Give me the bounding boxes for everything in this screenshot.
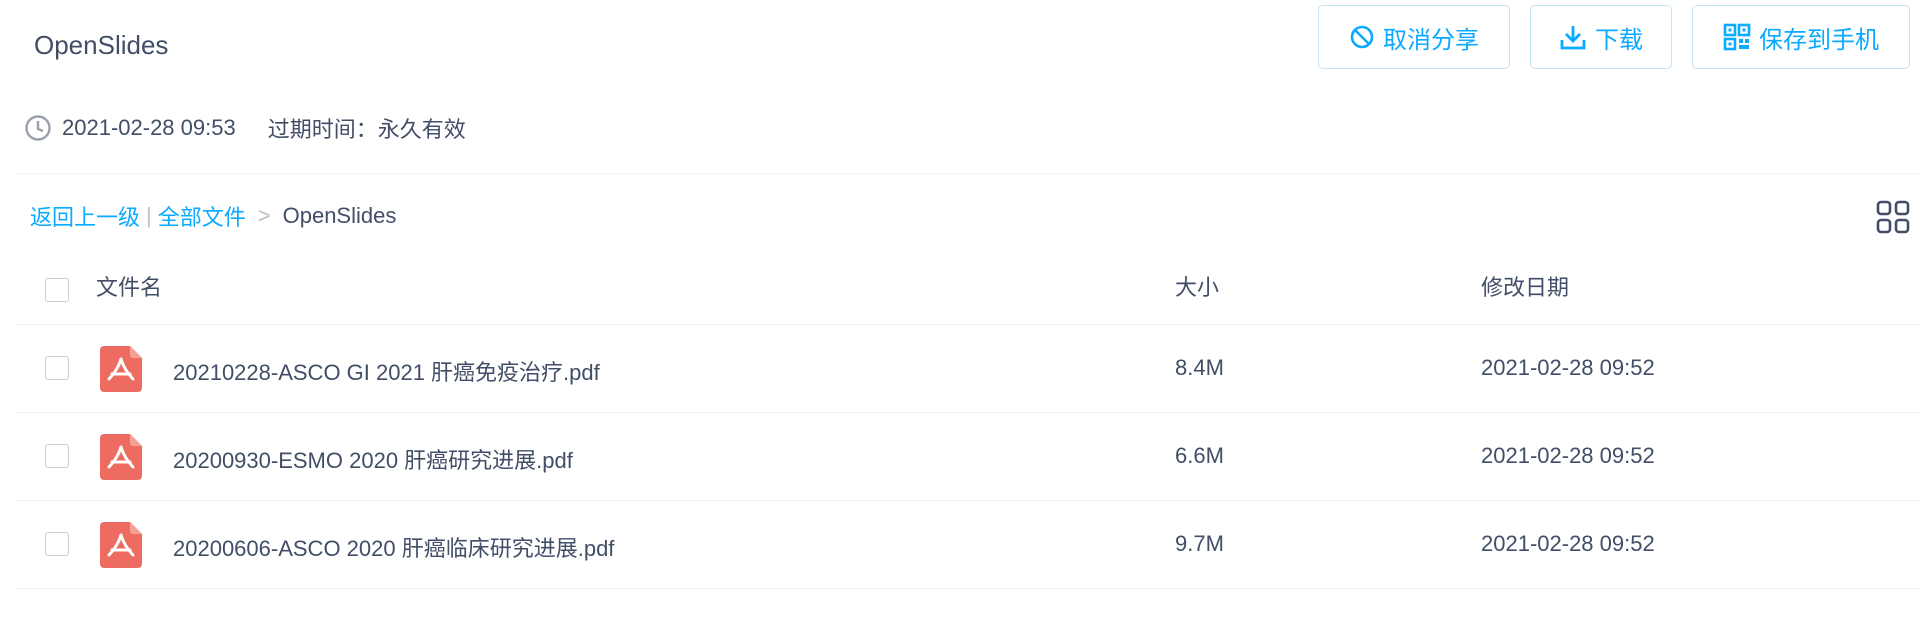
file-name[interactable]: 20200606-ASCO 2020 肝癌临床研究进展.pdf [173, 531, 614, 563]
file-row[interactable]: 20200606-ASCO 2020 肝癌临床研究进展.pdf 9.7M 202… [14, 500, 1920, 589]
file-size: 6.6M [1175, 443, 1224, 468]
row-checkbox[interactable] [45, 444, 69, 468]
pdf-icon [100, 346, 142, 392]
share-meta: 2021-02-28 09:53 过期时间：永久有效 [24, 112, 466, 144]
row-checkbox[interactable] [45, 532, 69, 556]
file-name[interactable]: 20210228-ASCO GI 2021 肝癌免疫治疗.pdf [173, 355, 600, 387]
all-files-link[interactable]: 全部文件 [158, 200, 246, 232]
qrcode-icon [1723, 23, 1751, 51]
breadcrumb-arrow: > [257, 203, 271, 228]
select-all-checkbox[interactable] [45, 278, 69, 302]
column-name: 文件名 [96, 275, 163, 300]
ban-icon [1349, 24, 1375, 50]
breadcrumb: 返回上一级 | 全部文件 > OpenSlides [30, 200, 396, 232]
column-size: 大小 [1175, 275, 1220, 300]
pdf-icon [100, 522, 142, 568]
download-icon [1559, 23, 1587, 51]
top-actions: 取消分享 下载 保存到手机 [1318, 5, 1910, 69]
clock-icon [24, 114, 52, 142]
file-list-header: 文件名 大小 修改日期 [14, 258, 1920, 325]
divider [14, 173, 1920, 174]
download-label: 下载 [1595, 26, 1643, 54]
file-modified: 2021-02-28 09:52 [1481, 355, 1655, 380]
file-modified: 2021-02-28 09:52 [1481, 531, 1655, 556]
cancel-share-button[interactable]: 取消分享 [1318, 5, 1510, 69]
row-checkbox[interactable] [45, 356, 69, 380]
save-to-phone-label: 保存到手机 [1759, 26, 1879, 54]
expire-time: 过期时间：永久有效 [267, 117, 466, 142]
created-time: 2021-02-28 09:53 [62, 115, 236, 140]
file-name[interactable]: 20200930-ESMO 2020 肝癌研究进展.pdf [173, 443, 573, 475]
breadcrumb-current: OpenSlides [282, 203, 397, 228]
file-size: 8.4M [1175, 355, 1224, 380]
file-modified: 2021-02-28 09:52 [1481, 443, 1655, 468]
grid-view-icon[interactable] [1876, 200, 1910, 239]
column-modified[interactable]: 修改日期 [1481, 275, 1569, 301]
pdf-icon [100, 434, 142, 480]
back-link[interactable]: 返回上一级 [30, 200, 140, 232]
download-button[interactable]: 下载 [1530, 5, 1672, 69]
file-row[interactable]: 20200930-ESMO 2020 肝癌研究进展.pdf 6.6M 2021-… [14, 412, 1920, 501]
save-to-phone-button[interactable]: 保存到手机 [1692, 5, 1910, 69]
breadcrumb-separator: | [146, 203, 152, 228]
share-title: OpenSlides [34, 30, 169, 60]
file-size: 9.7M [1175, 531, 1224, 556]
cancel-share-label: 取消分享 [1383, 26, 1479, 54]
file-row[interactable]: 20210228-ASCO GI 2021 肝癌免疫治疗.pdf 8.4M 20… [14, 324, 1920, 413]
